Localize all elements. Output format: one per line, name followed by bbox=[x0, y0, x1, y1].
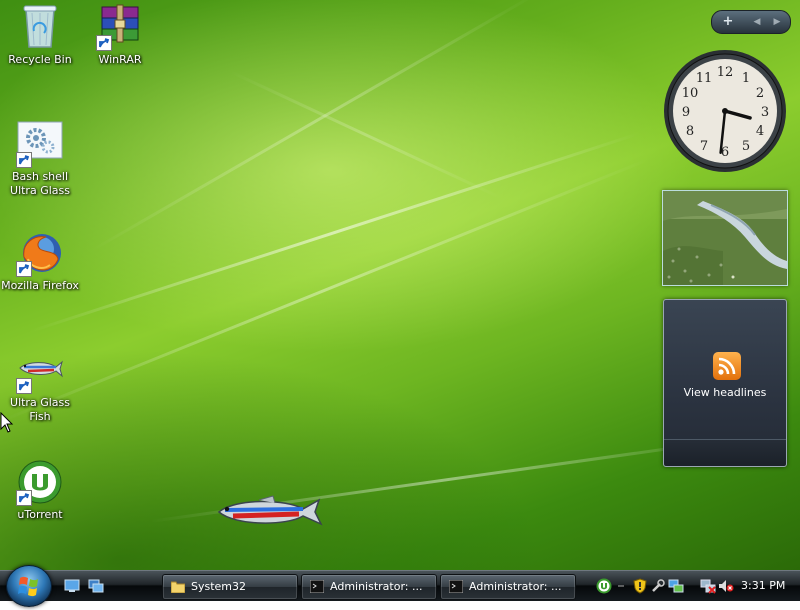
firefox-icon bbox=[16, 229, 64, 277]
volume-muted-icon[interactable] bbox=[718, 578, 734, 594]
clock-numeral: 2 bbox=[756, 86, 764, 101]
prev-gadget-button[interactable]: ◀ bbox=[748, 11, 766, 33]
recycle-bin-icon bbox=[16, 3, 64, 51]
tray-separator-icon bbox=[616, 578, 626, 594]
shortcut-arrow-icon bbox=[16, 261, 32, 277]
shortcut-arrow-icon bbox=[16, 490, 32, 506]
desktop-icon-label: Recycle Bin bbox=[8, 53, 72, 66]
fish-icon bbox=[16, 346, 64, 394]
desktop-icon-label: uTorrent bbox=[17, 508, 63, 521]
console-icon bbox=[309, 579, 325, 594]
clock-numeral: 5 bbox=[742, 139, 750, 154]
shortcut-arrow-icon bbox=[16, 152, 32, 168]
gear-icon bbox=[16, 120, 64, 168]
slideshow-gadget[interactable] bbox=[662, 190, 788, 286]
sidebar-controls: + ◀ ▶ bbox=[711, 10, 791, 34]
shortcut-arrow-icon bbox=[96, 35, 112, 51]
desktop-icon-bash-shell[interactable]: Bash shell Ultra Glass bbox=[0, 120, 80, 198]
console-icon bbox=[448, 579, 464, 594]
desktop-icon-firefox[interactable]: Mozilla Firefox bbox=[0, 229, 80, 293]
clock-numeral: 12 bbox=[717, 65, 734, 80]
rss-feed-icon bbox=[713, 352, 741, 380]
taskbar-button-label: Administrator: ... bbox=[330, 580, 423, 593]
gadget-footer bbox=[664, 439, 786, 466]
mouse-cursor-icon bbox=[0, 411, 14, 438]
start-button[interactable] bbox=[6, 565, 52, 607]
add-gadget-button[interactable]: + bbox=[716, 11, 740, 33]
clock-numeral: 9 bbox=[682, 105, 690, 120]
wallpaper-streak bbox=[0, 157, 650, 423]
desktop-icon-recycle-bin[interactable]: Recycle Bin bbox=[0, 3, 80, 67]
desktop-icon-label: Mozilla Firefox bbox=[1, 279, 79, 292]
security-shield-icon[interactable] bbox=[632, 578, 648, 594]
clock-numeral: 4 bbox=[756, 124, 764, 139]
clock-numeral: 3 bbox=[761, 105, 769, 120]
feed-headlines-gadget[interactable]: View headlines bbox=[663, 299, 787, 467]
tool-tray-icon[interactable] bbox=[650, 578, 666, 594]
landscape-photo bbox=[663, 191, 787, 285]
desktop-icon-winrar[interactable]: WinRAR bbox=[80, 3, 160, 67]
winrar-icon bbox=[96, 3, 144, 51]
switch-windows-icon[interactable] bbox=[88, 578, 104, 593]
desktop-icon-utorrent[interactable]: uTorrent bbox=[0, 458, 80, 522]
desktop-icon-label: WinRAR bbox=[98, 53, 142, 66]
system-tray: 3:31 PM bbox=[592, 573, 800, 599]
clock-gadget[interactable]: 12 1 2 3 4 5 6 7 8 9 10 11 bbox=[663, 49, 787, 173]
taskbar: System32 Administrator: ... Administrato… bbox=[0, 565, 800, 607]
clock-numeral: 1 bbox=[742, 71, 750, 86]
desktop[interactable]: Recycle Bin WinRAR Bash shell Ultra Glas… bbox=[0, 0, 800, 570]
taskbar-button-administrator-2[interactable]: Administrator: ... bbox=[440, 574, 576, 600]
clock-numeral: 10 bbox=[682, 86, 699, 101]
clock-numeral: 8 bbox=[686, 124, 694, 139]
shortcut-arrow-icon bbox=[16, 378, 32, 394]
taskbar-clock[interactable]: 3:31 PM bbox=[741, 579, 785, 592]
folder-icon bbox=[170, 580, 186, 594]
show-desktop-icon[interactable] bbox=[64, 578, 80, 592]
clock-numeral: 7 bbox=[700, 139, 708, 154]
windows-logo-icon bbox=[18, 576, 38, 597]
floating-fish[interactable] bbox=[215, 494, 325, 532]
utorrent-icon bbox=[16, 458, 64, 506]
desktop-icon-label: Bash shell Ultra Glass bbox=[10, 170, 70, 197]
next-gadget-button[interactable]: ▶ bbox=[768, 11, 786, 33]
network-status-icon[interactable] bbox=[668, 578, 684, 594]
view-headlines-link[interactable]: View headlines bbox=[664, 386, 786, 399]
taskbar-button-label: System32 bbox=[191, 580, 247, 593]
clock-numeral: 11 bbox=[696, 71, 713, 86]
taskbar-button-system32[interactable]: System32 bbox=[162, 574, 298, 600]
utorrent-tray-icon[interactable] bbox=[596, 578, 612, 594]
network-disconnected-icon[interactable] bbox=[700, 578, 716, 594]
taskbar-button-label: Administrator: ... bbox=[469, 580, 562, 593]
taskbar-button-administrator-1[interactable]: Administrator: ... bbox=[301, 574, 437, 600]
